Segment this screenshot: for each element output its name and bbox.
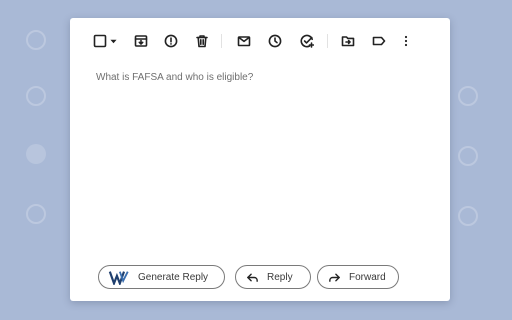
bg-ghost-icon bbox=[26, 86, 46, 106]
bg-ghost-icon bbox=[26, 30, 46, 50]
bg-ghost-icon bbox=[458, 146, 478, 166]
generate-reply-button[interactable]: Generate Reply bbox=[98, 265, 225, 289]
bg-ghost-icon bbox=[26, 144, 46, 164]
email-subject: What is FAFSA and who is eligible? bbox=[96, 72, 254, 83]
bg-ghost-icon bbox=[26, 204, 46, 224]
add-to-tasks-icon[interactable] bbox=[299, 33, 315, 49]
wv-logo-icon bbox=[108, 270, 130, 285]
bg-ghost-icon bbox=[458, 206, 478, 226]
dropdown-caret-icon[interactable] bbox=[109, 33, 117, 49]
email-toolbar bbox=[70, 18, 450, 64]
report-spam-icon[interactable] bbox=[163, 33, 179, 49]
generate-reply-label: Generate Reply bbox=[138, 271, 209, 283]
reply-arrow-icon bbox=[246, 271, 259, 284]
toolbar-divider bbox=[221, 34, 222, 48]
delete-icon[interactable] bbox=[194, 33, 210, 49]
forward-label: Forward bbox=[349, 271, 386, 283]
forward-arrow-icon bbox=[328, 271, 341, 284]
toolbar-divider bbox=[327, 34, 328, 48]
email-card: What is FAFSA and who is eligible? Gener… bbox=[70, 18, 450, 301]
mark-unread-icon[interactable] bbox=[236, 33, 252, 49]
label-icon[interactable] bbox=[371, 33, 387, 49]
more-options-icon[interactable] bbox=[398, 33, 414, 49]
reply-button[interactable]: Reply bbox=[235, 265, 311, 289]
snooze-icon[interactable] bbox=[267, 33, 283, 49]
reply-label: Reply bbox=[267, 271, 293, 283]
forward-button[interactable]: Forward bbox=[317, 265, 399, 289]
archive-icon[interactable] bbox=[133, 33, 149, 49]
bg-ghost-icon bbox=[458, 86, 478, 106]
move-to-icon[interactable] bbox=[340, 33, 356, 49]
checkbox-icon[interactable] bbox=[92, 33, 108, 49]
